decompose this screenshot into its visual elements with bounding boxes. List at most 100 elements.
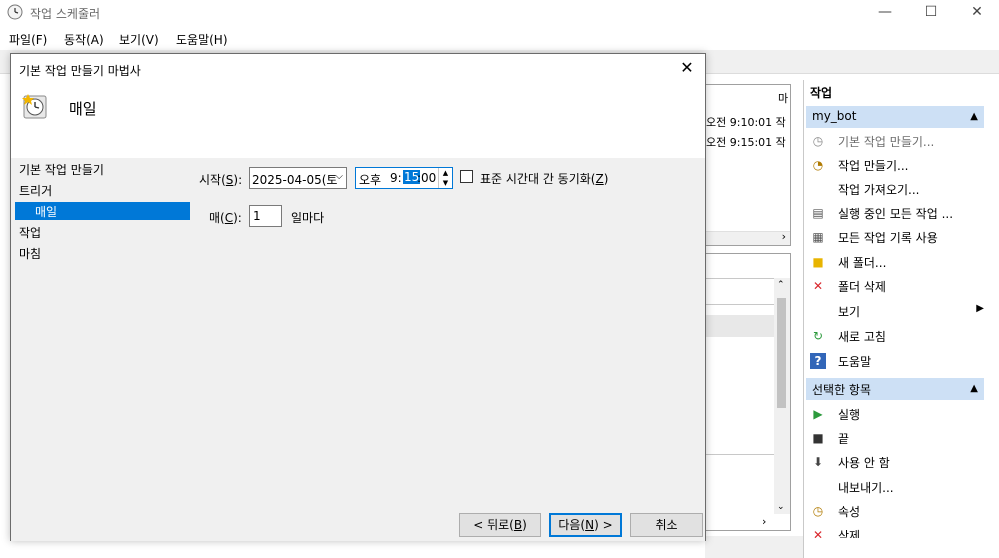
submenu-arrow-icon: ▶ — [976, 303, 984, 314]
action-view[interactable]: 보기 ▶ — [810, 300, 986, 322]
action-running-tasks[interactable]: ▤ 실행 중인 모든 작업 ... — [810, 202, 986, 224]
scroll-up-icon[interactable]: ⌃ — [777, 280, 785, 290]
wizard-step-finish[interactable]: 마침 — [15, 244, 190, 262]
dialog-header: 매일 — [11, 82, 705, 158]
action-disable[interactable]: ⬇ 사용 안 함 — [810, 451, 986, 473]
recur-days-input[interactable]: 1 — [249, 205, 282, 227]
menu-file[interactable]: 파일(F) — [9, 31, 47, 48]
horizontal-scrollbar[interactable]: › — [706, 230, 790, 245]
action-label: 도움말 — [838, 355, 872, 369]
wizard-step-daily[interactable]: 매일 — [15, 202, 190, 220]
step-label: 작업 — [19, 226, 42, 240]
minimize-button[interactable]: — — [862, 0, 908, 26]
action-properties[interactable]: ◷ 속성 — [810, 500, 986, 522]
close-button[interactable]: ✕ — [954, 0, 999, 26]
recur-days-value: 1 — [253, 209, 261, 223]
action-new-folder[interactable]: ■ 새 폴더... — [810, 251, 986, 273]
cancel-button[interactable]: 취소 — [630, 513, 703, 537]
window-title: 작업 스케줄러 — [30, 7, 101, 21]
menu-action[interactable]: 동작(A) — [64, 31, 104, 48]
collapse-icon[interactable]: ▲ — [970, 383, 978, 394]
refresh-icon: ↻ — [812, 329, 824, 343]
menu-bar: 파일(F) 동작(A) 보기(V) 도움말(H) — [0, 26, 999, 50]
time-spinner[interactable]: ▲ ▼ — [438, 168, 452, 188]
menu-view[interactable]: 보기(V) — [119, 31, 159, 48]
start-date-picker[interactable]: 2025-04-05(토 ⌵ — [249, 167, 347, 189]
wizard-clock-icon — [22, 94, 47, 119]
chevron-down-icon[interactable]: ⌵ — [335, 171, 343, 182]
create-basic-task-wizard: 기본 작업 만들기 마법사 ✕ 매일 기본 작업 만들기 트리거 매일 작업 마… — [10, 53, 706, 541]
task-list-row[interactable]: 오전 9:10:01 작 — [706, 114, 786, 130]
spin-down-icon[interactable]: ▼ — [439, 178, 452, 188]
action-label: 모든 작업 기록 사용 — [838, 231, 938, 245]
vertical-scrollbar[interactable]: ⌃ ⌄ — [774, 278, 790, 514]
actions-section-my-bot[interactable]: my_bot ▲ — [806, 106, 984, 128]
maximize-button[interactable]: ☐ — [908, 0, 954, 26]
action-help[interactable]: ? 도움말 — [810, 350, 986, 372]
scroll-right-icon[interactable]: › — [782, 230, 786, 243]
task-list-column-header[interactable]: 마 — [778, 90, 788, 106]
start-date-value: 2025-04-05(토 — [252, 173, 338, 187]
time-second[interactable]: :00 — [417, 171, 436, 185]
task-list-row[interactable]: 오전 9:15:01 작 — [706, 134, 786, 150]
recur-every-label: 매(C): — [209, 211, 242, 225]
action-label: 끝 — [838, 432, 850, 446]
dialog-close-button[interactable]: ✕ — [677, 58, 697, 78]
time-ampm[interactable]: 오후 — [359, 171, 381, 188]
properties-icon: ◷ — [812, 504, 824, 518]
help-icon: ? — [810, 353, 826, 369]
folder-icon: ■ — [812, 255, 824, 269]
scroll-down-icon[interactable]: ⌄ — [777, 502, 785, 512]
scroll-thumb[interactable] — [777, 298, 786, 408]
menu-help[interactable]: 도움말(H) — [176, 31, 228, 48]
wizard-step-create-basic-task[interactable]: 기본 작업 만들기 — [15, 160, 190, 178]
action-export[interactable]: 내보내기... — [810, 476, 986, 498]
action-label: 폴더 삭제 — [838, 280, 886, 294]
wizard-step-action[interactable]: 작업 — [15, 223, 190, 241]
wizard-step-trigger[interactable]: 트리거 — [15, 181, 190, 199]
sync-timezone-checkbox[interactable] — [460, 170, 473, 183]
step-label: 매일 — [35, 205, 58, 219]
action-run[interactable]: ▶ 실행 — [810, 403, 986, 425]
run-icon: ▶ — [813, 407, 823, 421]
sync-timezone-label[interactable]: 표준 시간대 간 동기화(Z) — [480, 170, 608, 187]
step-label: 트리거 — [19, 184, 53, 198]
actions-section-selected-item[interactable]: 선택한 항목 ▲ — [806, 378, 984, 400]
actions-pane: 작업 my_bot ▲ ◷ 기본 작업 만들기... ◔ 작업 만들기... 작… — [803, 80, 999, 558]
action-import-task[interactable]: 작업 가져오기... — [810, 178, 986, 200]
end-icon: ■ — [812, 431, 824, 445]
delete-icon: ✕ — [812, 279, 824, 293]
task-scheduler-icon — [7, 4, 23, 20]
time-hour[interactable]: 9: — [390, 171, 402, 185]
detail-row-band — [706, 315, 774, 337]
action-label: 보기 — [838, 305, 861, 319]
action-label: 속성 — [838, 505, 861, 519]
back-button[interactable]: < 뒤로(B) — [459, 513, 541, 537]
window-titlebar: 작업 스케줄러 — ☐ ✕ — [0, 0, 999, 26]
action-create-basic-task[interactable]: ◷ 기본 작업 만들기... — [810, 130, 986, 152]
task-detail-panel: ⌃ ⌄ › — [705, 253, 791, 531]
create-task-icon: ◔ — [812, 158, 824, 172]
wizard-icon: ◷ — [812, 134, 824, 148]
divider — [706, 278, 774, 279]
history-icon: ▦ — [812, 230, 824, 244]
scroll-right-icon[interactable]: › — [762, 515, 766, 528]
start-time-field[interactable]: 오후 9: 15 :00 ▲ ▼ — [355, 167, 453, 189]
collapse-icon[interactable]: ▲ — [970, 111, 978, 122]
task-list-panel: 마 오전 9:10:01 작 오전 9:15:01 작 › — [705, 84, 791, 246]
next-button[interactable]: 다음(N) > — [549, 513, 622, 537]
action-enable-history[interactable]: ▦ 모든 작업 기록 사용 — [810, 226, 986, 248]
actions-pane-title: 작업 — [810, 86, 833, 100]
page-heading: 매일 — [69, 100, 97, 118]
action-delete[interactable]: ✕ 삭제 — [810, 524, 986, 538]
action-label: 실행 중인 모든 작업 ... — [838, 207, 954, 221]
action-delete-folder[interactable]: ✕ 폴더 삭제 — [810, 275, 986, 297]
action-refresh[interactable]: ↻ 새로 고침 — [810, 325, 986, 347]
action-label: 실행 — [838, 408, 861, 422]
action-end[interactable]: ■ 끝 — [810, 427, 986, 449]
running-tasks-icon: ▤ — [812, 206, 824, 220]
action-label: 사용 안 함 — [838, 456, 890, 470]
action-create-task[interactable]: ◔ 작업 만들기... — [810, 154, 986, 176]
action-label: 새로 고침 — [838, 330, 886, 344]
spin-up-icon[interactable]: ▲ — [439, 168, 452, 178]
